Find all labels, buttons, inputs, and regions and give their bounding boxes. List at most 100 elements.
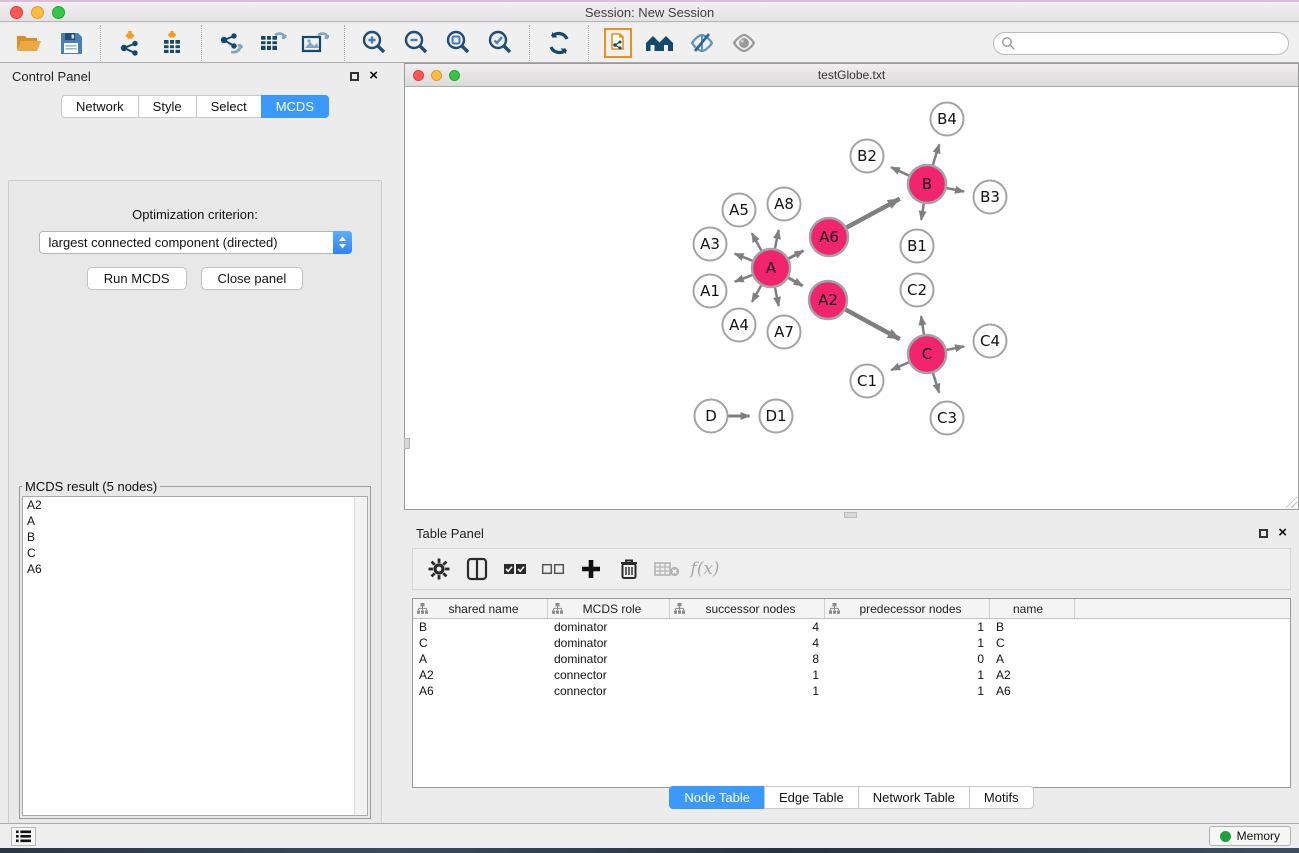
edge-B-B3[interactable] [947,188,964,192]
tab-mcds[interactable]: MCDS [261,95,329,118]
export-table-button[interactable] [252,27,294,59]
table-cell[interactable]: C [413,635,548,651]
open-file-button[interactable] [8,27,50,59]
column-header-shared-name[interactable]: shared name [413,599,548,618]
export-network-button[interactable] [210,27,252,59]
table-cell[interactable]: 1 [825,635,990,651]
node-A6[interactable]: A6 [810,218,848,256]
node-B2[interactable]: B2 [851,140,884,173]
node-A8[interactable]: A8 [768,188,801,221]
table-row[interactable]: A6connector11A6 [413,683,1290,699]
close-panel-icon[interactable]: × [1278,528,1287,538]
export-image-button[interactable] [294,27,336,59]
table-cell[interactable]: B [413,619,548,635]
table-cell[interactable]: A [413,651,548,667]
tab-edge-table[interactable]: Edge Table [764,786,858,809]
zoom-out-button[interactable] [395,27,437,59]
table-row[interactable]: A2connector11A2 [413,667,1290,683]
mcds-result-item[interactable]: A6 [23,561,367,577]
node-A1[interactable]: A1 [694,275,727,308]
show-columns-button[interactable] [461,554,493,584]
edge-A6-B[interactable] [847,199,900,228]
node-B[interactable]: B [908,165,946,203]
network-graph[interactable]: B4B2BB3B1A5A8A6A3AA1C2A2A4A7C4CC1C3DD1 [405,87,1298,509]
node-D[interactable]: D [695,400,728,433]
node-B4[interactable]: B4 [931,103,964,136]
network-overview-button[interactable] [597,27,639,59]
node-A5[interactable]: A5 [723,194,756,227]
node-A7[interactable]: A7 [768,316,801,349]
splitter-handle[interactable] [844,512,857,518]
table-cell[interactable]: 1 [670,667,825,683]
network-zoom-button[interactable] [449,70,460,81]
network-close-button[interactable] [413,70,424,81]
hide-panels-button[interactable] [681,27,723,59]
table-cell[interactable]: dominator [548,635,670,651]
table-row[interactable]: Adominator80A [413,651,1290,667]
edge-B-B2[interactable] [891,167,909,175]
mcds-result-item[interactable]: A [23,513,367,529]
zoom-in-button[interactable] [353,27,395,59]
node-C1[interactable]: C1 [851,365,884,398]
table-cell[interactable]: 1 [670,683,825,699]
function-builder-button[interactable]: f(x) [689,554,721,584]
mcds-result-item[interactable]: A2 [23,497,367,513]
memory-button[interactable]: Memory [1209,826,1291,846]
table-cell[interactable]: connector [548,683,670,699]
save-session-button[interactable] [50,27,92,59]
add-column-button[interactable] [575,554,607,584]
node-A4[interactable]: A4 [723,309,756,342]
node-B1[interactable]: B1 [901,230,934,263]
splitter-handle[interactable] [404,438,410,449]
table-cell[interactable]: 0 [825,651,990,667]
node-table[interactable]: shared nameMCDS rolesuccessor nodesprede… [412,598,1291,788]
table-cell[interactable]: 1 [825,667,990,683]
table-row[interactable]: Bdominator41B [413,619,1290,635]
edge-C-C3[interactable] [933,373,939,393]
tab-motifs[interactable]: Motifs [969,786,1034,809]
table-cell[interactable]: B [990,619,1075,635]
table-cell[interactable]: A6 [413,683,548,699]
column-header-name[interactable]: name [990,599,1075,618]
edge-A-A4[interactable] [752,285,761,301]
edge-B-B4[interactable] [933,144,939,165]
edge-A-A7[interactable] [775,288,779,306]
table-settings-button[interactable] [423,554,455,584]
table-cell[interactable]: A2 [413,667,548,683]
edge-C-C4[interactable] [947,346,964,350]
column-header-predecessor-nodes[interactable]: predecessor nodes [825,599,990,618]
import-table-button[interactable] [151,27,193,59]
column-header-successor-nodes[interactable]: successor nodes [670,599,825,618]
node-A2[interactable]: A2 [809,281,847,319]
home-button[interactable] [639,27,681,59]
result-scrollbar[interactable] [354,497,367,815]
zoom-selected-button[interactable] [479,27,521,59]
table-cell[interactable]: A2 [990,667,1075,683]
close-panel-button[interactable]: Close panel [201,267,304,290]
edge-A-A8[interactable] [775,230,779,248]
table-cell[interactable]: 4 [670,635,825,651]
tab-network[interactable]: Network [61,95,138,118]
network-window-titlebar[interactable]: testGlobe.txt [405,64,1298,87]
task-history-button[interactable] [11,827,36,846]
delete-column-button[interactable] [613,554,645,584]
edge-A-A1[interactable] [735,275,752,282]
network-minimize-button[interactable] [431,70,442,81]
close-panel-icon[interactable]: × [369,71,378,81]
refresh-button[interactable] [538,27,580,59]
edge-A-A3[interactable] [735,254,753,261]
import-network-button[interactable] [109,27,151,59]
edge-A-A6[interactable] [789,251,804,259]
node-D1[interactable]: D1 [760,400,793,433]
tab-node-table[interactable]: Node Table [669,786,764,809]
node-C3[interactable]: C3 [931,402,964,435]
delete-table-button[interactable] [651,554,683,584]
column-header-MCDS-role[interactable]: MCDS role [548,599,670,618]
node-B3[interactable]: B3 [974,181,1007,214]
table-cell[interactable]: dominator [548,619,670,635]
tab-select[interactable]: Select [196,95,261,118]
table-cell[interactable]: dominator [548,651,670,667]
node-A3[interactable]: A3 [694,228,727,261]
tab-network-table[interactable]: Network Table [858,786,969,809]
show-panels-button[interactable] [723,27,765,59]
